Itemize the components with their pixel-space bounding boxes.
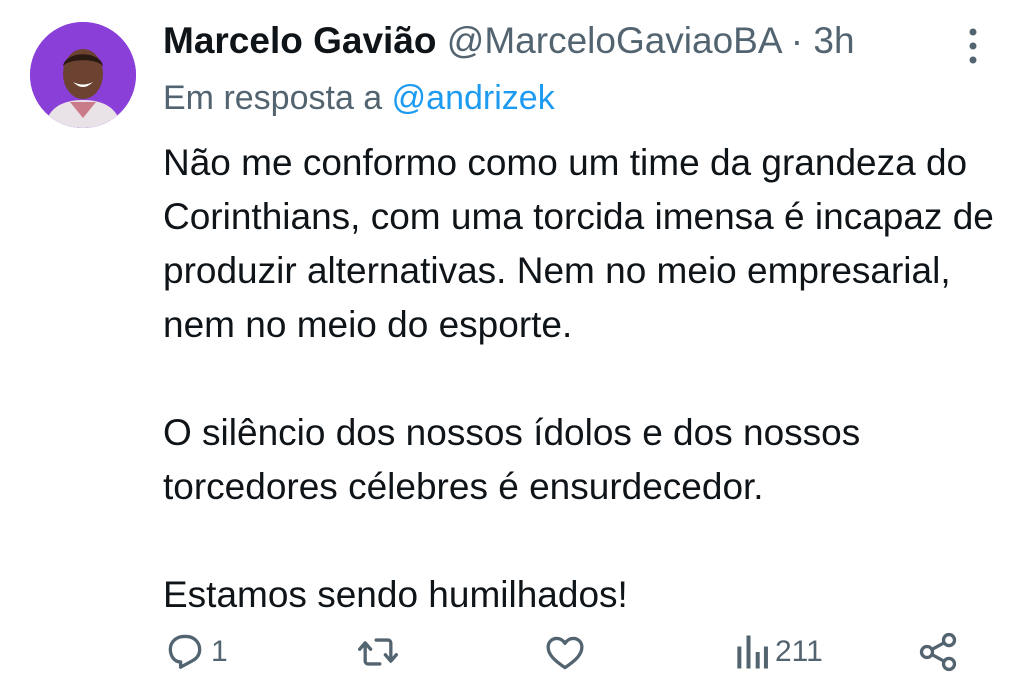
views-count: 211 <box>775 635 823 668</box>
tweet-actions-bar: 1 211 <box>0 622 1024 682</box>
avatar-photo <box>30 22 136 128</box>
tweet-paragraph: O silêncio dos nossos ídolos e dos nosso… <box>163 412 861 507</box>
author-name[interactable]: Marcelo Gavião <box>163 20 437 61</box>
views-icon <box>737 635 768 669</box>
reply-mention-link[interactable]: @andrizek <box>392 79 555 117</box>
separator-dot: · <box>790 20 804 61</box>
reply-icon <box>168 634 202 669</box>
reply-context: Em resposta a @andrizek <box>163 76 555 120</box>
tweet-text: Não me conformo como um time da grandeza… <box>163 136 1003 622</box>
views-button[interactable]: 211 <box>733 622 823 682</box>
reply-count: 1 <box>211 635 228 668</box>
timestamp[interactable]: 3h <box>813 20 854 61</box>
tweet-header: Marcelo Gavião @MarceloGaviaoBA · 3h <box>163 18 855 64</box>
reply-prefix: Em resposta a <box>163 79 383 117</box>
share-button[interactable] <box>916 622 960 682</box>
like-button[interactable] <box>543 622 587 682</box>
reply-button[interactable]: 1 <box>163 622 228 682</box>
heart-icon <box>546 636 584 670</box>
share-icon <box>919 632 957 672</box>
retweet-button[interactable] <box>355 622 401 682</box>
more-options-icon[interactable] <box>958 24 988 68</box>
retweet-icon <box>358 638 398 666</box>
tweet-paragraph: Estamos sendo humilhados! <box>163 574 628 615</box>
author-handle[interactable]: @MarceloGaviaoBA <box>447 20 781 61</box>
author-avatar[interactable] <box>30 22 136 128</box>
tweet-paragraph: Não me conformo como um time da grandeza… <box>163 142 994 345</box>
